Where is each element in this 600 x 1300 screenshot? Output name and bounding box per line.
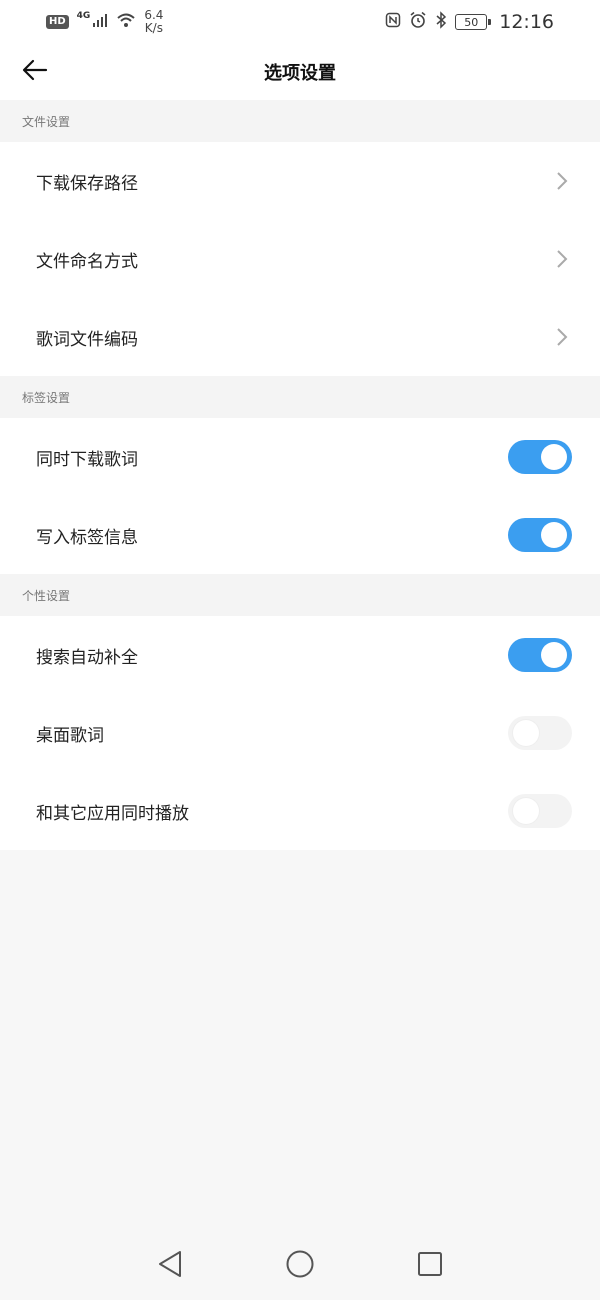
page-title: 选项设置	[264, 63, 336, 84]
setting-label: 歌词文件编码	[36, 329, 138, 350]
network-speed: 6.4 K/s	[144, 9, 163, 35]
setting-write-tags: 写入标签信息	[0, 496, 600, 574]
setting-label: 桌面歌词	[36, 725, 104, 746]
bluetooth-icon	[435, 11, 447, 33]
wifi-icon	[116, 12, 136, 32]
status-left: HD 4G 6.4 K/s	[46, 9, 163, 35]
setting-label: 文件命名方式	[36, 251, 138, 272]
setting-file-naming[interactable]: 文件命名方式	[0, 220, 600, 298]
play-with-other-apps-toggle[interactable]	[508, 794, 572, 828]
clock: 12:16	[499, 11, 554, 33]
settings-list: 文件设置 下载保存路径 文件命名方式 歌词文件编码 标签设置 同时下载歌词 写入…	[0, 100, 600, 850]
arrow-left-icon	[22, 59, 48, 85]
nfc-icon	[385, 12, 401, 32]
chevron-right-icon	[552, 327, 572, 347]
speed-unit: K/s	[144, 21, 163, 35]
toggle-knob	[513, 798, 539, 824]
square-recent-icon	[416, 1250, 444, 1282]
nav-recent-button[interactable]	[410, 1246, 450, 1286]
back-button[interactable]	[18, 56, 52, 88]
alarm-icon	[409, 11, 427, 33]
network-type: 4G	[76, 11, 91, 21]
nav-back-button[interactable]	[150, 1246, 190, 1286]
setting-label: 写入标签信息	[36, 527, 138, 548]
section-header-file: 文件设置	[0, 100, 600, 142]
download-lyrics-toggle[interactable]	[508, 440, 572, 474]
setting-label: 搜索自动补全	[36, 647, 138, 668]
system-nav-bar	[0, 1232, 600, 1300]
toggle-knob	[541, 522, 567, 548]
setting-label: 和其它应用同时播放	[36, 803, 189, 824]
toggle-knob	[541, 444, 567, 470]
circle-home-icon	[285, 1249, 315, 1283]
status-bar: HD 4G 6.4 K/s 50 12:16	[0, 0, 600, 44]
setting-search-autocomplete: 搜索自动补全	[0, 616, 600, 694]
status-right: 50 12:16	[385, 11, 554, 33]
chevron-right-icon	[552, 249, 572, 269]
setting-label: 下载保存路径	[36, 173, 138, 194]
toggle-knob	[541, 642, 567, 668]
setting-play-with-other-apps: 和其它应用同时播放	[0, 772, 600, 850]
setting-download-lyrics: 同时下载歌词	[0, 418, 600, 496]
section-header-tags: 标签设置	[0, 376, 600, 418]
nav-home-button[interactable]	[280, 1246, 320, 1286]
setting-desktop-lyrics: 桌面歌词	[0, 694, 600, 772]
chevron-right-icon	[552, 171, 572, 191]
setting-lyrics-encoding[interactable]: 歌词文件编码	[0, 298, 600, 376]
section-header-personal: 个性设置	[0, 574, 600, 616]
setting-label: 同时下载歌词	[36, 449, 138, 470]
write-tags-toggle[interactable]	[508, 518, 572, 552]
title-bar: 选项设置	[0, 44, 600, 100]
search-autocomplete-toggle[interactable]	[508, 638, 572, 672]
setting-download-path[interactable]: 下载保存路径	[0, 142, 600, 220]
triangle-back-icon	[156, 1249, 184, 1283]
signal-icon	[92, 12, 108, 32]
desktop-lyrics-toggle[interactable]	[508, 716, 572, 750]
hd-badge: HD	[46, 15, 69, 29]
battery-level: 50	[464, 15, 479, 29]
battery-indicator: 50	[455, 14, 492, 30]
toggle-knob	[513, 720, 539, 746]
